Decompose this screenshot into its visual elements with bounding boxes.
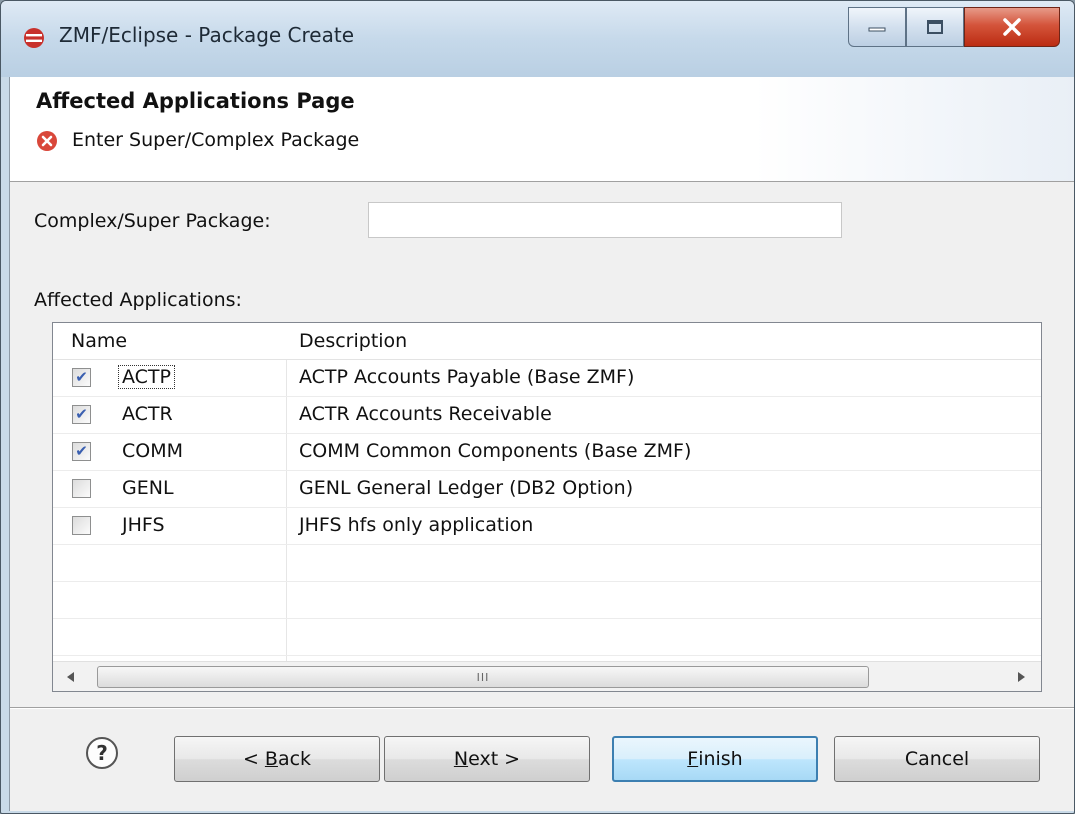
finish-mnemonic: F xyxy=(687,748,699,770)
column-header-name[interactable]: Name xyxy=(71,330,127,352)
close-icon xyxy=(1003,18,1021,36)
row-checkbox[interactable]: ✔ xyxy=(72,405,91,424)
next-button[interactable]: Next > xyxy=(384,736,590,782)
application-description: ACTR Accounts Receivable xyxy=(299,403,552,425)
package-create-window: ZMF/Eclipse - Package Create Affected Ap… xyxy=(0,0,1075,814)
window-controls xyxy=(848,7,1060,47)
page-title: Affected Applications Page xyxy=(36,89,355,113)
application-name: COMM xyxy=(122,440,184,462)
table-header: Name Description xyxy=(53,323,1041,360)
checkmark-icon: ✔ xyxy=(75,442,88,460)
table-body: ✔ ACTP ACTP Accounts Payable (Base ZMF) ✔ AC… xyxy=(53,360,1041,656)
table-row[interactable]: GENL GENL General Ledger (DB2 Option) xyxy=(53,471,1041,508)
application-name: GENL xyxy=(122,477,174,499)
scrollbar-thumb[interactable]: III xyxy=(97,666,869,688)
wizard-header: Affected Applications Page Enter Super/C… xyxy=(10,77,1074,182)
next-mnemonic: N xyxy=(453,748,469,770)
title-bar[interactable]: ZMF/Eclipse - Package Create xyxy=(1,1,1074,77)
back-button[interactable]: < Back xyxy=(174,736,380,782)
application-name: JHFS xyxy=(122,514,165,536)
table-row[interactable]: ✔ ACTR ACTR Accounts Receivable xyxy=(53,397,1041,434)
super-package-input[interactable] xyxy=(368,202,842,238)
header-decoration xyxy=(754,77,1074,181)
checkmark-icon: ✔ xyxy=(75,368,88,386)
maximize-icon xyxy=(927,20,943,34)
window-title: ZMF/Eclipse - Package Create xyxy=(59,23,355,47)
application-description: ACTP Accounts Payable (Base ZMF) xyxy=(299,366,635,388)
help-icon: ? xyxy=(96,741,108,765)
finish-button[interactable]: Finish xyxy=(612,736,818,782)
minimize-icon xyxy=(868,27,886,32)
table-row xyxy=(53,545,1041,582)
application-description: GENL General Ledger (DB2 Option) xyxy=(299,477,634,499)
maximize-button[interactable] xyxy=(906,7,964,47)
application-name: ACTP xyxy=(118,365,175,389)
affected-applications-label: Affected Applications: xyxy=(34,289,242,311)
column-header-description[interactable]: Description xyxy=(299,330,407,352)
application-description: JHFS hfs only application xyxy=(299,514,534,536)
cancel-label: Cancel xyxy=(904,748,970,770)
minimize-button[interactable] xyxy=(848,7,906,47)
back-label: ack xyxy=(277,748,312,770)
row-checkbox[interactable]: ✔ xyxy=(72,368,91,387)
scroll-right-icon[interactable] xyxy=(1017,672,1025,682)
button-bar-separator xyxy=(10,707,1074,709)
scroll-left-icon[interactable] xyxy=(67,672,75,682)
table-row[interactable]: ✔ COMM COMM Common Components (Base ZMF) xyxy=(53,434,1041,471)
row-checkbox[interactable]: ✔ xyxy=(72,442,91,461)
zmf-eclipse-icon xyxy=(24,28,44,48)
applications-table[interactable]: Name Description ✔ ACTP ACTP Accounts Paya… xyxy=(52,322,1042,692)
wizard-dialog: Affected Applications Page Enter Super/C… xyxy=(9,77,1074,811)
row-checkbox[interactable] xyxy=(72,516,91,535)
finish-label: inish xyxy=(698,748,743,770)
super-package-label: Complex/Super Package: xyxy=(34,210,271,232)
help-button[interactable]: ? xyxy=(86,737,118,769)
cancel-button[interactable]: Cancel xyxy=(834,736,1040,782)
error-message: Enter Super/Complex Package xyxy=(72,129,360,151)
table-row[interactable]: ✔ ACTP ACTP Accounts Payable (Base ZMF) xyxy=(53,360,1041,397)
horizontal-scrollbar[interactable]: III xyxy=(53,661,1041,691)
close-button[interactable] xyxy=(964,7,1060,47)
next-label: ext > xyxy=(468,748,521,770)
application-name: ACTR xyxy=(122,403,173,425)
scrollbar-grip: III xyxy=(476,670,490,684)
application-description: COMM Common Components (Base ZMF) xyxy=(299,440,692,462)
row-checkbox[interactable] xyxy=(72,479,91,498)
back-mnemonic: B xyxy=(264,748,278,770)
table-row[interactable]: JHFS JHFS hfs only application xyxy=(53,508,1041,545)
checkmark-icon: ✔ xyxy=(75,405,88,423)
table-row xyxy=(53,582,1041,619)
error-icon xyxy=(37,131,57,151)
table-row xyxy=(53,619,1041,656)
back-prefix: < xyxy=(242,748,265,770)
